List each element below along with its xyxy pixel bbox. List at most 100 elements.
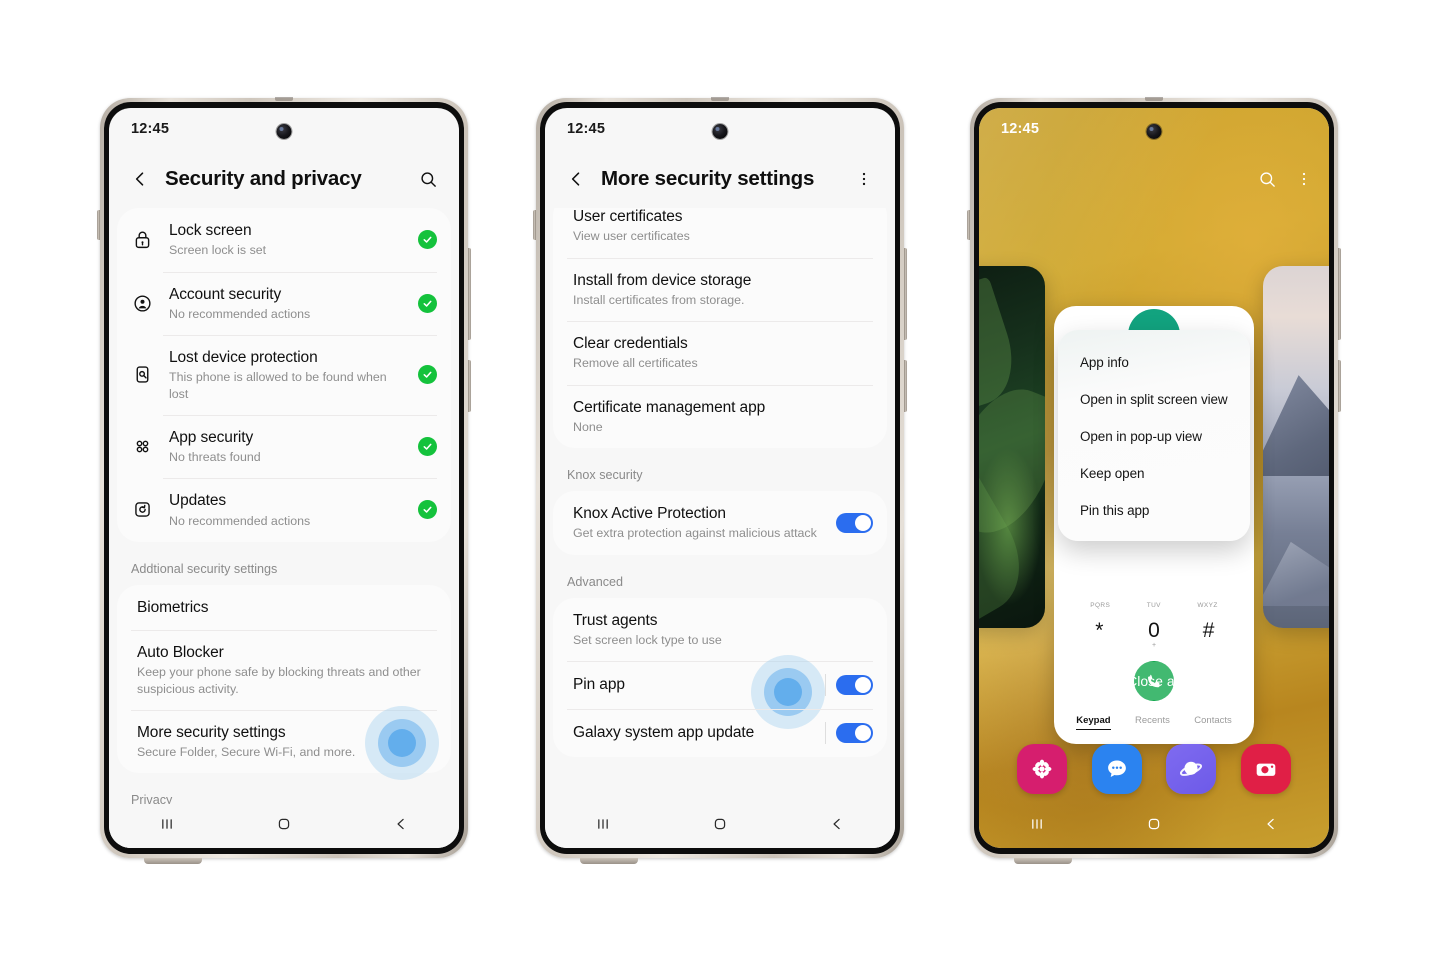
list-item-trust-agents[interactable]: Trust agents Set screen lock type to use	[553, 598, 887, 662]
list-item-more-security-settings[interactable]: More security settings Secure Folder, Se…	[117, 705, 451, 780]
list-item-account-security[interactable]: Account security No recommended actions	[117, 271, 451, 336]
recents-icon[interactable]	[157, 814, 177, 839]
keypad-key-star[interactable]: *	[1075, 619, 1123, 643]
messages-app-icon[interactable]	[1091, 744, 1142, 794]
list-item-subtitle: No threats found	[169, 450, 261, 464]
list-item-text: Pin app	[573, 675, 811, 694]
phone-2-power-button[interactable]	[904, 360, 907, 412]
tab-contacts[interactable]: Contacts	[1194, 715, 1232, 730]
list-item-subtitle: None	[573, 419, 603, 434]
check-circle-icon	[418, 230, 437, 250]
find-phone-icon	[129, 364, 155, 385]
list-item-certificate-management-app[interactable]: Certificate management app None	[553, 384, 887, 449]
back-icon[interactable]	[1261, 814, 1281, 839]
phone-2-status-bar: 12:45	[545, 108, 895, 150]
internet-app-icon[interactable]	[1166, 744, 1217, 794]
search-icon[interactable]	[1258, 170, 1277, 194]
list-item-biometrics[interactable]: Biometrics	[117, 585, 451, 630]
list-item-auto-blocker[interactable]: Auto Blocker Keep your phone safe by blo…	[117, 630, 451, 710]
galaxy-system-app-update-toggle[interactable]	[836, 723, 873, 743]
screenshot-stage: 12:45 Security and privacy Lock screen S…	[0, 0, 1440, 960]
chevron-left-icon[interactable]	[561, 164, 591, 194]
list-item-title: Clear credentials	[573, 335, 688, 352]
frame-antenna-line	[1145, 97, 1163, 101]
list-item-subtitle: Secure Folder, Secure Wi-Fi, and more.	[137, 745, 356, 759]
menu-item-app-info[interactable]: App info	[1058, 344, 1250, 381]
phone-1-power-button[interactable]	[468, 360, 471, 412]
phone-3-screen: 12:45 PQRS TUV WXYZ * 0 + # Keypad Recen…	[979, 108, 1329, 848]
chevron-left-icon[interactable]	[125, 164, 155, 194]
list-item-title: Updates	[169, 492, 227, 510]
keypad-letters-wxyz: WXYZ	[1197, 602, 1218, 609]
list-item-subtitle: View user certificates	[573, 229, 690, 244]
list-item-galaxy-system-app-update[interactable]: Galaxy system app update	[553, 709, 887, 757]
phone-1-left-button[interactable]	[97, 210, 100, 240]
list-item-title: Galaxy system app update	[573, 724, 755, 742]
menu-item-split-screen[interactable]: Open in split screen view	[1058, 381, 1250, 418]
phone-3-volume-button[interactable]	[1338, 248, 1341, 340]
recents-icon[interactable]	[1027, 814, 1047, 839]
phone-2-volume-button[interactable]	[904, 248, 907, 340]
search-icon[interactable]	[413, 164, 443, 194]
menu-item-pin-this-app[interactable]: Pin this app	[1058, 492, 1250, 529]
list-item-text: Account security No recommended actions	[169, 285, 404, 323]
keypad-key-hash[interactable]: #	[1185, 619, 1233, 643]
list-item-app-security[interactable]: App security No threats found	[117, 414, 451, 479]
list-item-subtitle: Keep your phone safe by blocking threats…	[137, 665, 421, 696]
knox-active-protection-toggle[interactable]	[836, 512, 873, 533]
list-item-updates[interactable]: Updates No recommended actions	[117, 478, 451, 542]
menu-item-keep-open[interactable]: Keep open	[1058, 455, 1250, 492]
gallery-app-icon[interactable]	[1017, 744, 1068, 794]
tab-keypad[interactable]: Keypad	[1076, 715, 1111, 730]
list-item-user-certificates[interactable]: User certificates View user certificates	[553, 208, 887, 258]
keypad-bottom-row: * 0 + #	[1054, 609, 1254, 649]
toggle-knob	[855, 677, 871, 693]
status-time: 12:45	[567, 121, 606, 137]
list-item-lock-screen[interactable]: Lock screen Screen lock is set	[117, 208, 451, 272]
close-all-button[interactable]: Close all	[1065, 662, 1243, 700]
recent-task-card-left[interactable]	[979, 266, 1045, 628]
list-item-text: Trust agents Set screen lock type to use	[573, 611, 873, 649]
menu-item-popup-view[interactable]: Open in pop-up view	[1058, 418, 1250, 455]
home-icon[interactable]	[710, 814, 730, 839]
camera-app-icon[interactable]	[1240, 744, 1291, 794]
list-item-title: Account security	[169, 285, 282, 303]
home-icon[interactable]	[274, 814, 294, 839]
list-item-pin-app[interactable]: Pin app	[553, 655, 887, 729]
home-icon[interactable]	[1144, 814, 1164, 839]
status-time: 12:45	[131, 121, 170, 137]
list-item-title: User certificates	[573, 208, 683, 225]
list-item-knox-active-protection[interactable]: Knox Active Protection Get extra protect…	[553, 491, 887, 555]
phone-2-settings-scroll[interactable]: User certificates View user certificates…	[545, 208, 895, 848]
phone-3-power-button[interactable]	[1338, 360, 1341, 412]
recent-task-card-right[interactable]	[1263, 266, 1329, 628]
keypad-key-zero[interactable]: 0 +	[1130, 619, 1178, 649]
list-item-title: App security	[169, 428, 254, 446]
phone-2-more-security-settings: 12:45 More security settings User certif…	[533, 97, 907, 864]
tab-recents[interactable]: Recents	[1135, 715, 1170, 730]
phone-2-left-button[interactable]	[533, 210, 536, 240]
check-circle-icon	[418, 436, 437, 456]
more-vertical-icon[interactable]	[1295, 170, 1313, 194]
phone-1-security-privacy: 12:45 Security and privacy Lock screen S…	[97, 97, 471, 864]
app-context-menu: App info Open in split screen view Open …	[1058, 330, 1250, 541]
recents-icon[interactable]	[593, 814, 613, 839]
phone-3-left-button[interactable]	[967, 210, 970, 240]
list-item-text: Install from device storage Install cert…	[573, 271, 873, 309]
back-icon[interactable]	[827, 814, 847, 839]
more-vertical-icon[interactable]	[849, 164, 879, 194]
list-item-title: Lost device protection	[169, 349, 318, 366]
list-item-install-from-device-storage[interactable]: Install from device storage Install cert…	[553, 257, 887, 322]
phone-1-settings-scroll[interactable]: Lock screen Screen lock is set Account s…	[109, 208, 459, 848]
list-item-subtitle: No recommended actions	[169, 306, 311, 321]
list-item-text: Biometrics	[137, 598, 437, 617]
status-badge	[418, 365, 437, 385]
list-item-lost-device-protection[interactable]: Lost device protection This phone is all…	[117, 335, 451, 415]
front-camera-icon	[1146, 124, 1162, 139]
phone-1-volume-button[interactable]	[468, 248, 471, 340]
frame-foot	[1014, 858, 1073, 864]
status-time: 12:45	[1001, 121, 1040, 137]
back-icon[interactable]	[391, 814, 411, 839]
list-item-clear-credentials[interactable]: Clear credentials Remove all certificate…	[553, 321, 887, 385]
pin-app-toggle[interactable]	[836, 675, 873, 695]
